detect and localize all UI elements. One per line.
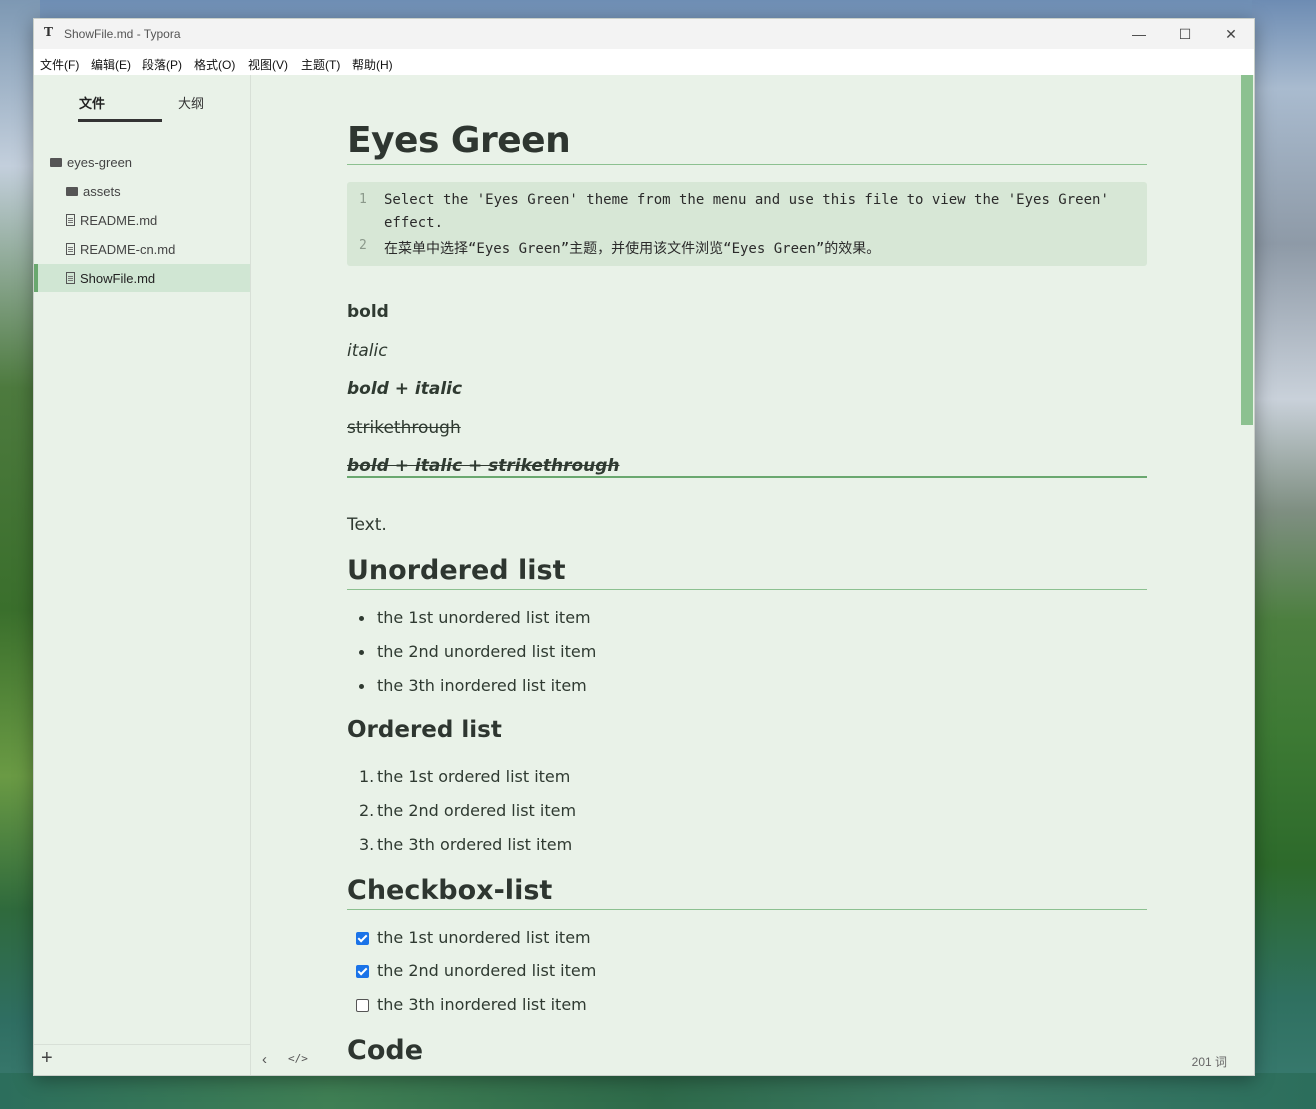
sidebar: 文件 大纲 eyes-green assets README.md README… <box>34 75 251 1075</box>
folder-icon <box>66 186 78 196</box>
typora-app-icon: T <box>44 25 53 39</box>
document-title: Eyes Green <box>347 120 571 161</box>
checkbox-label: the 2nd unordered list item <box>377 961 597 980</box>
code-line: Select the 'Eyes Green' theme from the m… <box>384 192 1109 208</box>
window-title: ShowFile.md - Typora <box>64 27 181 41</box>
active-tab-indicator <box>78 119 162 122</box>
line-number: 1 <box>359 192 367 207</box>
maximize-button[interactable]: ☐ <box>1162 19 1208 49</box>
tab-files[interactable]: 文件 <box>79 93 105 112</box>
italic-text: italic <box>347 341 388 361</box>
list-number: 3. <box>359 835 375 854</box>
bullet-icon <box>359 616 364 621</box>
list-item: the 1st unordered list item <box>377 608 591 627</box>
heading-ordered-list: Ordered list <box>347 717 502 743</box>
menu-file[interactable]: 文件(F) <box>40 56 79 73</box>
chevron-left-icon[interactable]: ‹ <box>262 1051 267 1068</box>
heading-underline <box>347 909 1147 910</box>
menu-edit[interactable]: 编辑(E) <box>91 56 131 73</box>
file-icon <box>66 214 75 226</box>
horizontal-rule <box>347 476 1147 478</box>
list-item: the 3th ordered list item <box>377 835 573 854</box>
heading-underline <box>347 589 1147 590</box>
tree-file-readme[interactable]: README.md <box>34 206 282 234</box>
add-file-icon[interactable]: + <box>41 1047 53 1070</box>
minimize-button[interactable]: — <box>1116 19 1162 49</box>
checkbox-label: the 1st unordered list item <box>377 928 591 947</box>
tree-label: ShowFile.md <box>80 270 156 286</box>
word-count[interactable]: 201 词 <box>1192 1053 1227 1070</box>
menu-theme[interactable]: 主题(T) <box>301 56 340 73</box>
bold-italic-strike-text: bold + italic + strikethrough <box>347 456 620 476</box>
scrollbar-thumb[interactable] <box>1241 75 1253 425</box>
tab-outline[interactable]: 大纲 <box>178 93 204 112</box>
menu-format[interactable]: 格式(O) <box>194 56 235 73</box>
tree-file-showfile[interactable]: ShowFile.md <box>34 264 250 292</box>
menu-paragraph[interactable]: 段落(P) <box>142 56 182 73</box>
bold-text: bold <box>347 302 389 322</box>
checkbox-unchecked[interactable] <box>356 999 369 1012</box>
list-item: the 3th inordered list item <box>377 676 587 695</box>
tree-label: README.md <box>80 212 158 228</box>
menu-bar: 文件(F) 编辑(E) 段落(P) 格式(O) 视图(V) 主题(T) 帮助(H… <box>34 49 1254 75</box>
bullet-icon <box>359 650 364 655</box>
code-line: 在菜单中选择“Eyes Green”主题，并使用该文件浏览“Eyes Green… <box>384 241 881 257</box>
tree-label: README-cn.md <box>80 241 176 257</box>
paragraph-text: Text. <box>347 515 387 535</box>
tree-folder-assets[interactable]: assets <box>34 177 282 205</box>
list-number: 1. <box>359 767 375 786</box>
list-number: 2. <box>359 801 375 820</box>
bold-italic-text: bold + italic <box>347 379 463 399</box>
line-number: 2 <box>359 238 367 253</box>
folder-icon <box>50 157 62 167</box>
checkbox-checked[interactable] <box>356 932 369 945</box>
menu-view[interactable]: 视图(V) <box>248 56 288 73</box>
checkbox-checked[interactable] <box>356 965 369 978</box>
tree-label: eyes-green <box>67 154 133 170</box>
checkbox-label: the 3th inordered list item <box>377 995 587 1014</box>
list-item: the 2nd unordered list item <box>377 642 597 661</box>
sidebar-footer: + <box>34 1044 250 1075</box>
heading-checkbox-list: Checkbox-list <box>347 875 553 906</box>
tree-file-readme-cn[interactable]: README-cn.md <box>34 235 282 263</box>
code-line: effect. <box>384 215 444 231</box>
typora-window: T ShowFile.md - Typora — ☐ ✕ 文件(F) 编辑(E)… <box>33 18 1255 1076</box>
status-bar: ‹ </> 201 词 <box>250 1045 1241 1075</box>
menu-help[interactable]: 帮助(H) <box>352 56 393 73</box>
file-icon <box>66 243 75 255</box>
list-item: the 1st ordered list item <box>377 767 571 786</box>
wallpaper-right <box>1252 0 1316 1109</box>
file-icon <box>66 272 75 284</box>
heading-unordered-list: Unordered list <box>347 555 566 586</box>
tree-label: assets <box>83 183 121 199</box>
tree-folder-eyes-green[interactable]: eyes-green <box>34 148 266 176</box>
wallpaper-bottom <box>0 1073 1316 1109</box>
title-bar[interactable]: T ShowFile.md - Typora — ☐ ✕ <box>34 19 1254 49</box>
close-button[interactable]: ✕ <box>1208 19 1254 49</box>
strikethrough-text: strikethrough <box>347 418 461 438</box>
source-code-icon[interactable]: </> <box>288 1052 308 1065</box>
title-underline <box>347 164 1147 165</box>
list-item: the 2nd ordered list item <box>377 801 577 820</box>
bullet-icon <box>359 684 364 689</box>
code-block[interactable]: 1 Select the 'Eyes Green' theme from the… <box>347 182 1147 266</box>
